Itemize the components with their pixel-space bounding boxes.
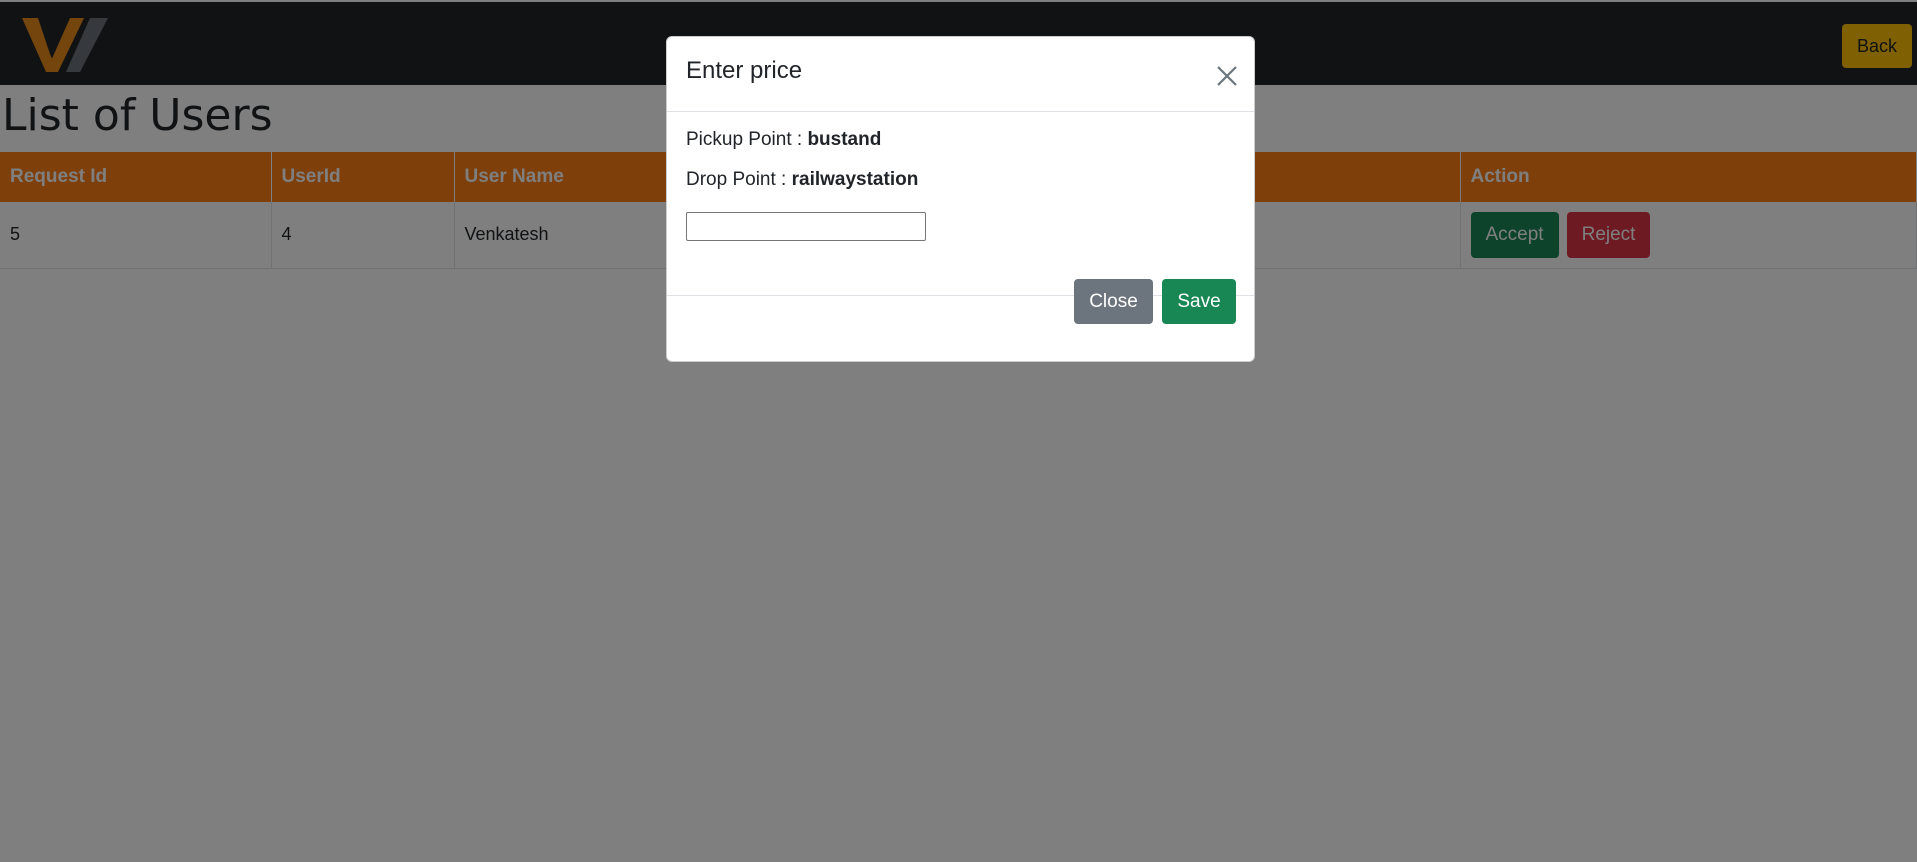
pickup-point-line: Pickup Point : bustand bbox=[686, 129, 881, 151]
close-icon[interactable] bbox=[1215, 64, 1239, 88]
price-input[interactable] bbox=[686, 212, 926, 241]
page: Back List of Users Request Id UserId Use… bbox=[0, 0, 1917, 862]
drop-point-label: Drop Point : bbox=[686, 169, 787, 190]
modal-header: Enter price bbox=[667, 37, 1254, 112]
pickup-point-value: bustand bbox=[807, 129, 882, 150]
save-button[interactable]: Save bbox=[1162, 279, 1236, 324]
pickup-point-label: Pickup Point : bbox=[686, 129, 803, 150]
enter-price-modal: Enter price Pickup Point : bustand Drop … bbox=[666, 36, 1255, 362]
close-button[interactable]: Close bbox=[1074, 279, 1153, 324]
drop-point-line: Drop Point : railwaystation bbox=[686, 169, 918, 191]
drop-point-value: railwaystation bbox=[791, 169, 919, 190]
modal-title: Enter price bbox=[686, 57, 803, 84]
